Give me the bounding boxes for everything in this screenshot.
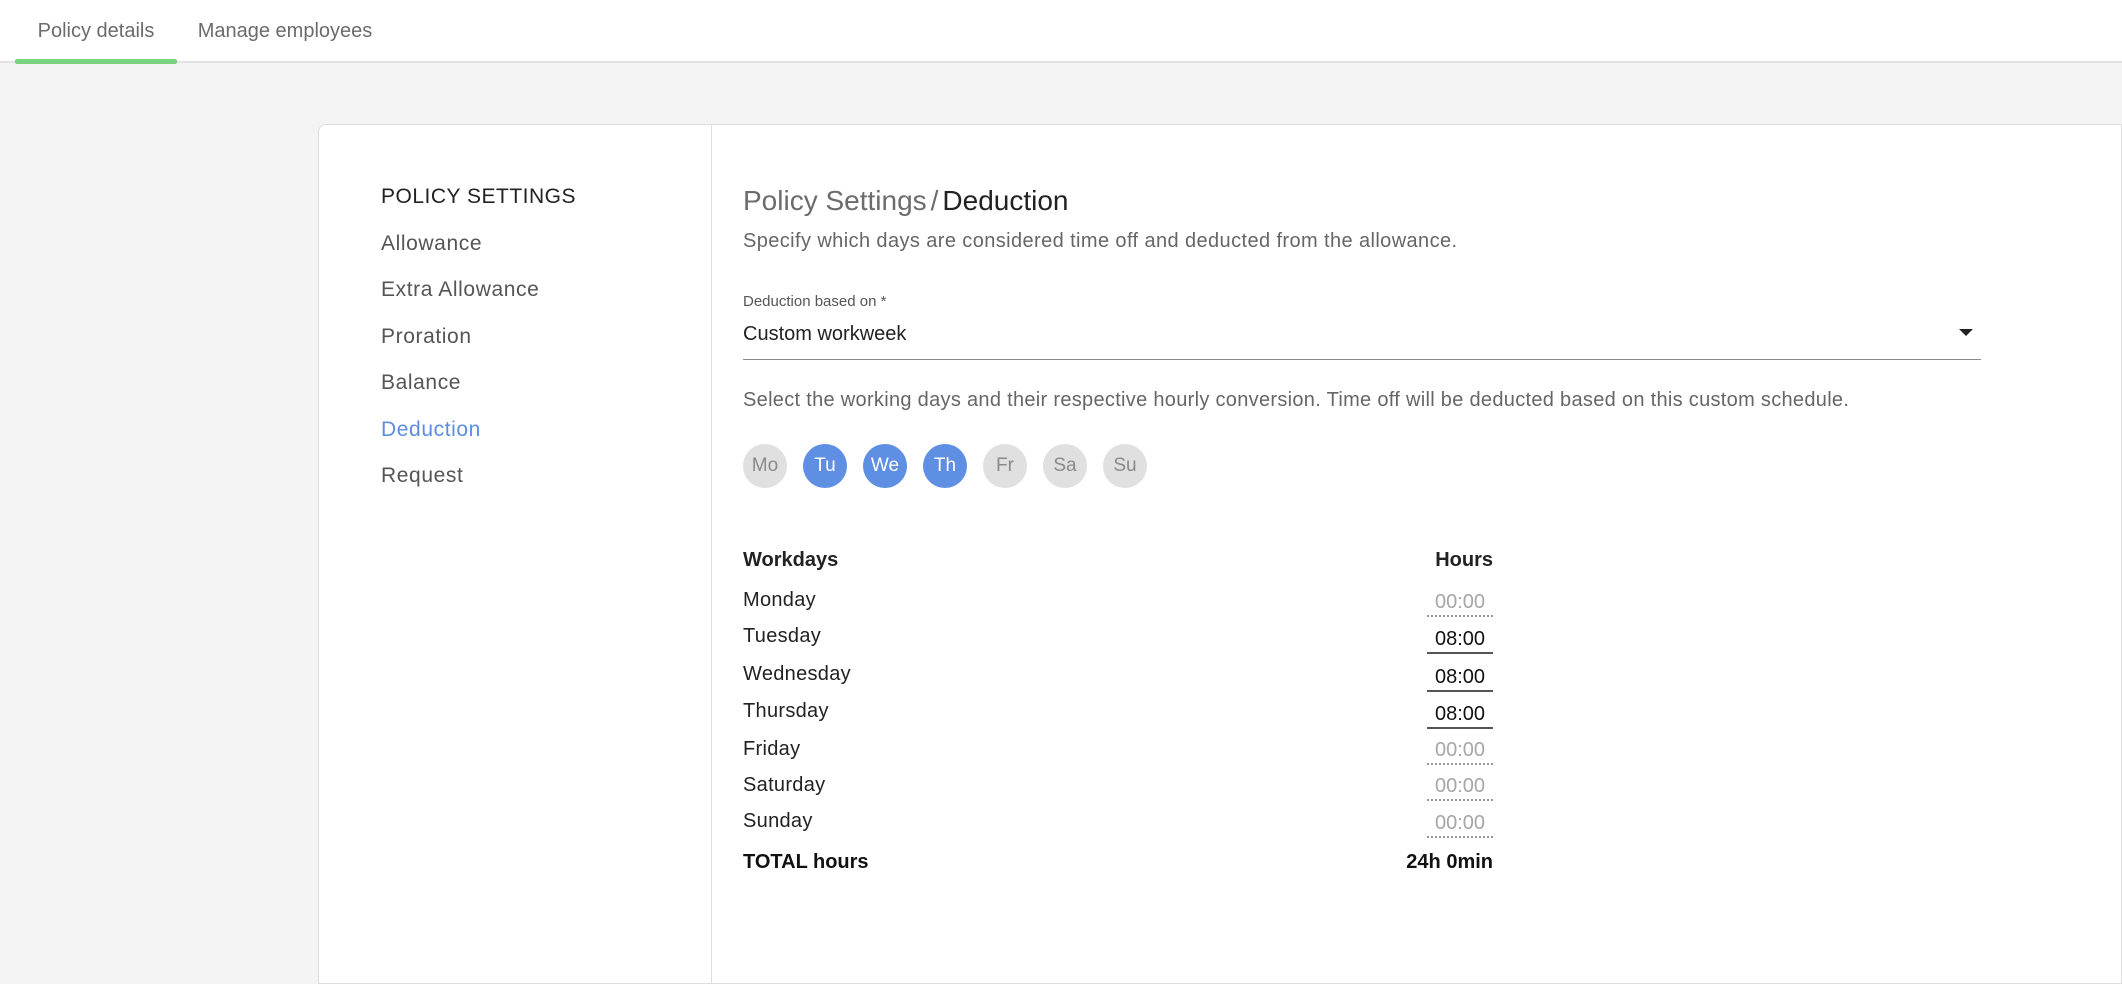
day-toggle-fr[interactable]: Fr — [983, 444, 1027, 488]
workday-label-monday: Monday — [743, 589, 816, 611]
workday-label-thursday: Thursday — [743, 700, 829, 722]
total-hours-label: TOTAL hours — [743, 851, 869, 873]
hours-input-saturday[interactable]: 00:00 — [1427, 771, 1493, 801]
column-header-workdays: Workdays — [743, 549, 839, 571]
tab-manage-employees-label: Manage employees — [197, 20, 373, 42]
breadcrumb-parent[interactable]: Policy Settings — [743, 185, 927, 216]
policy-settings-card: POLICY SETTINGS Allowance Extra Allowanc… — [318, 124, 2122, 984]
day-toggle-sa[interactable]: Sa — [1043, 444, 1087, 488]
hours-input-monday[interactable]: 00:00 — [1427, 587, 1493, 617]
tab-policy-details[interactable]: Policy details — [15, 0, 177, 64]
hours-input-wednesday[interactable]: 08:00 — [1427, 662, 1493, 692]
caret-down-icon — [1959, 329, 1973, 336]
workday-label-wednesday: Wednesday — [743, 663, 851, 685]
top-tab-bar: Policy details Manage employees — [0, 0, 2122, 64]
deduction-basis-label: Deduction based on * — [743, 293, 887, 310]
column-header-hours: Hours — [1435, 549, 1493, 571]
hours-input-thursday[interactable]: 08:00 — [1427, 699, 1493, 729]
page-subtitle: Specify which days are considered time o… — [743, 230, 1458, 252]
sidebar-item-deduction[interactable]: Deduction — [381, 418, 481, 442]
deduction-basis-value: Custom workweek — [743, 323, 907, 345]
weekday-selector: Mo Tu We Th Fr Sa Su — [743, 444, 1147, 488]
breadcrumb-separator: / — [930, 185, 939, 216]
sidebar-item-extra-allowance[interactable]: Extra Allowance — [381, 278, 539, 302]
breadcrumb: Policy Settings / Deduction — [743, 185, 1069, 217]
sidebar-item-request[interactable]: Request — [381, 464, 463, 488]
sidebar-item-allowance[interactable]: Allowance — [381, 232, 482, 256]
sidebar-item-balance[interactable]: Balance — [381, 371, 461, 395]
hours-input-friday[interactable]: 00:00 — [1427, 735, 1493, 765]
custom-schedule-description: Select the working days and their respec… — [743, 389, 1850, 411]
sidebar-item-proration[interactable]: Proration — [381, 325, 472, 349]
day-toggle-we[interactable]: We — [863, 444, 907, 488]
hours-input-tuesday[interactable]: 08:00 — [1427, 624, 1493, 654]
settings-sidebar: POLICY SETTINGS Allowance Extra Allowanc… — [319, 125, 712, 983]
workday-label-friday: Friday — [743, 738, 801, 760]
day-toggle-su[interactable]: Su — [1103, 444, 1147, 488]
workday-label-saturday: Saturday — [743, 774, 826, 796]
workday-label-sunday: Sunday — [743, 810, 813, 832]
breadcrumb-current: Deduction — [942, 185, 1069, 216]
day-toggle-th[interactable]: Th — [923, 444, 967, 488]
day-toggle-tu[interactable]: Tu — [803, 444, 847, 488]
active-tab-indicator — [15, 59, 177, 64]
day-toggle-mo[interactable]: Mo — [743, 444, 787, 488]
sidebar-heading: POLICY SETTINGS — [381, 185, 576, 208]
deduction-basis-select[interactable]: Custom workweek — [743, 315, 1981, 360]
workday-label-tuesday: Tuesday — [743, 625, 822, 647]
tab-policy-details-label: Policy details — [37, 20, 155, 42]
tab-manage-employees[interactable]: Manage employees — [180, 0, 390, 63]
total-hours-value: 24h 0min — [1406, 851, 1493, 873]
hours-input-sunday[interactable]: 00:00 — [1427, 808, 1493, 838]
deduction-panel: Policy Settings / Deduction Specify which … — [743, 125, 2121, 983]
